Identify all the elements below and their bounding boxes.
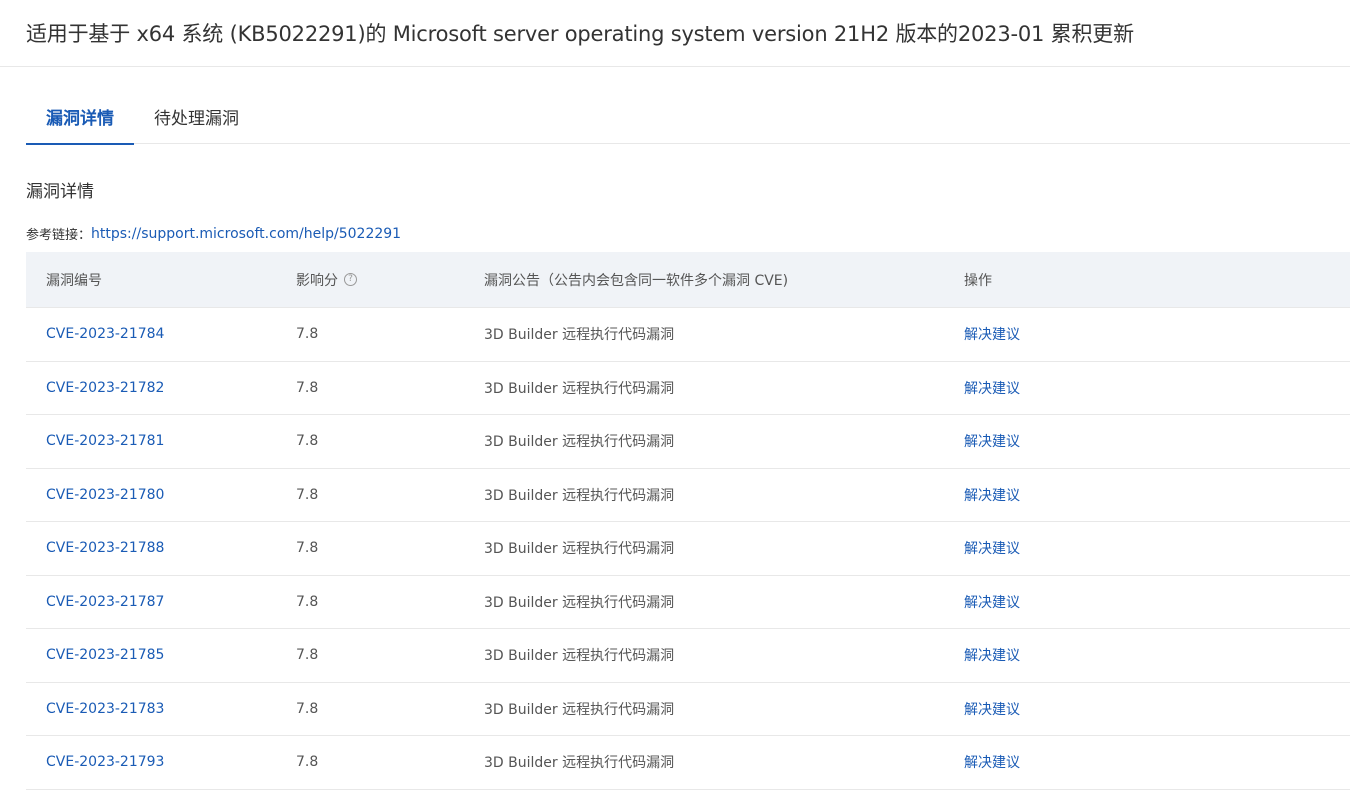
table-body: CVE-2023-21784 7.8 3D Builder 远程执行代码漏洞 解决建议… [26, 308, 1350, 790]
solution-link[interactable]: 解决建议 [964, 431, 1020, 451]
table-row: CVE-2023-21788 7.8 3D Builder 远程执行代码漏洞 解决建议 [26, 522, 1350, 576]
impact-score: 7.8 [296, 486, 319, 503]
page-header: 适用于基于 x64 系统 (KB5022291)的 Microsoft serv… [0, 0, 1350, 67]
table-row: CVE-2023-21782 7.8 3D Builder 远程执行代码漏洞 解决建议 [26, 362, 1350, 415]
bulletin-text: 3D Builder 远程执行代码漏洞 [484, 487, 675, 504]
tab-bar: 漏洞详情 待处理漏洞 [26, 89, 1350, 145]
reference-label: 参考链接： [26, 228, 92, 243]
section-title: 漏洞详情 [26, 182, 94, 202]
bulletin-text: 3D Builder 远程执行代码漏洞 [484, 594, 675, 611]
reference-link[interactable]: https://support.microsoft.com/help/50222… [91, 226, 401, 242]
table-row: CVE-2023-21783 7.8 3D Builder 远程执行代码漏洞 解决建议 [26, 683, 1350, 736]
solution-link[interactable]: 解决建议 [964, 592, 1020, 612]
impact-score: 7.8 [296, 540, 319, 557]
tab-vuln-details[interactable]: 漏洞详情 [26, 89, 134, 145]
reference-line: 参考链接： https://support.microsoft.com/help… [26, 224, 401, 244]
cve-id-link[interactable]: CVE-2023-21783 [46, 701, 164, 717]
vulnerability-table: 漏洞编号 影响分 ? 漏洞公告（公告内会包含同一软件多个漏洞 CVE) 操作 C… [26, 252, 1350, 790]
impact-score: 7.8 [296, 754, 319, 771]
bulletin-text: 3D Builder 远程执行代码漏洞 [484, 380, 675, 397]
header-score-label: 影响分 [296, 272, 338, 289]
table-row: CVE-2023-21780 7.8 3D Builder 远程执行代码漏洞 解决建议 [26, 469, 1350, 522]
table-row: CVE-2023-21785 7.8 3D Builder 远程执行代码漏洞 解决建议 [26, 629, 1350, 683]
table-row: CVE-2023-21787 7.8 3D Builder 远程执行代码漏洞 解决建议 [26, 576, 1350, 629]
cve-id-link[interactable]: CVE-2023-21784 [46, 326, 164, 342]
header-vuln-id: 漏洞编号 [46, 272, 102, 289]
question-circle-icon[interactable]: ? [344, 273, 357, 286]
table-row: CVE-2023-21781 7.8 3D Builder 远程执行代码漏洞 解决建议 [26, 415, 1350, 469]
table-row: CVE-2023-21793 7.8 3D Builder 远程执行代码漏洞 解决建议 [26, 736, 1350, 790]
bulletin-text: 3D Builder 远程执行代码漏洞 [484, 541, 675, 558]
header-score: 影响分 ? [296, 270, 357, 290]
header-action: 操作 [964, 272, 992, 289]
cve-id-link[interactable]: CVE-2023-21793 [46, 754, 164, 770]
bulletin-text: 3D Builder 远程执行代码漏洞 [484, 701, 675, 718]
cve-id-link[interactable]: CVE-2023-21788 [46, 540, 164, 556]
cve-id-link[interactable]: CVE-2023-21781 [46, 433, 164, 449]
cve-id-link[interactable]: CVE-2023-21782 [46, 380, 164, 396]
tab-pending-vulns[interactable]: 待处理漏洞 [134, 89, 259, 144]
header-bulletin: 漏洞公告（公告内会包含同一软件多个漏洞 CVE) [484, 272, 789, 289]
solution-link[interactable]: 解决建议 [964, 645, 1020, 665]
solution-link[interactable]: 解决建议 [964, 538, 1020, 558]
bulletin-text: 3D Builder 远程执行代码漏洞 [484, 327, 675, 344]
cve-id-link[interactable]: CVE-2023-21785 [46, 647, 164, 663]
impact-score: 7.8 [296, 379, 319, 396]
table-row: CVE-2023-21784 7.8 3D Builder 远程执行代码漏洞 解决建议 [26, 308, 1350, 362]
bulletin-text: 3D Builder 远程执行代码漏洞 [484, 755, 675, 772]
impact-score: 7.8 [296, 433, 319, 450]
bulletin-text: 3D Builder 远程执行代码漏洞 [484, 434, 675, 451]
impact-score: 7.8 [296, 593, 319, 610]
cve-id-link[interactable]: CVE-2023-21787 [46, 594, 164, 610]
table-header: 漏洞编号 影响分 ? 漏洞公告（公告内会包含同一软件多个漏洞 CVE) 操作 [26, 252, 1350, 308]
impact-score: 7.8 [296, 326, 319, 343]
solution-link[interactable]: 解决建议 [964, 699, 1020, 719]
cve-id-link[interactable]: CVE-2023-21780 [46, 487, 164, 503]
bulletin-text: 3D Builder 远程执行代码漏洞 [484, 648, 675, 665]
solution-link[interactable]: 解决建议 [964, 752, 1020, 772]
solution-link[interactable]: 解决建议 [964, 378, 1020, 398]
impact-score: 7.8 [296, 700, 319, 717]
solution-link[interactable]: 解决建议 [964, 324, 1020, 344]
solution-link[interactable]: 解决建议 [964, 485, 1020, 505]
impact-score: 7.8 [296, 647, 319, 664]
page-title: 适用于基于 x64 系统 (KB5022291)的 Microsoft serv… [26, 22, 1134, 46]
